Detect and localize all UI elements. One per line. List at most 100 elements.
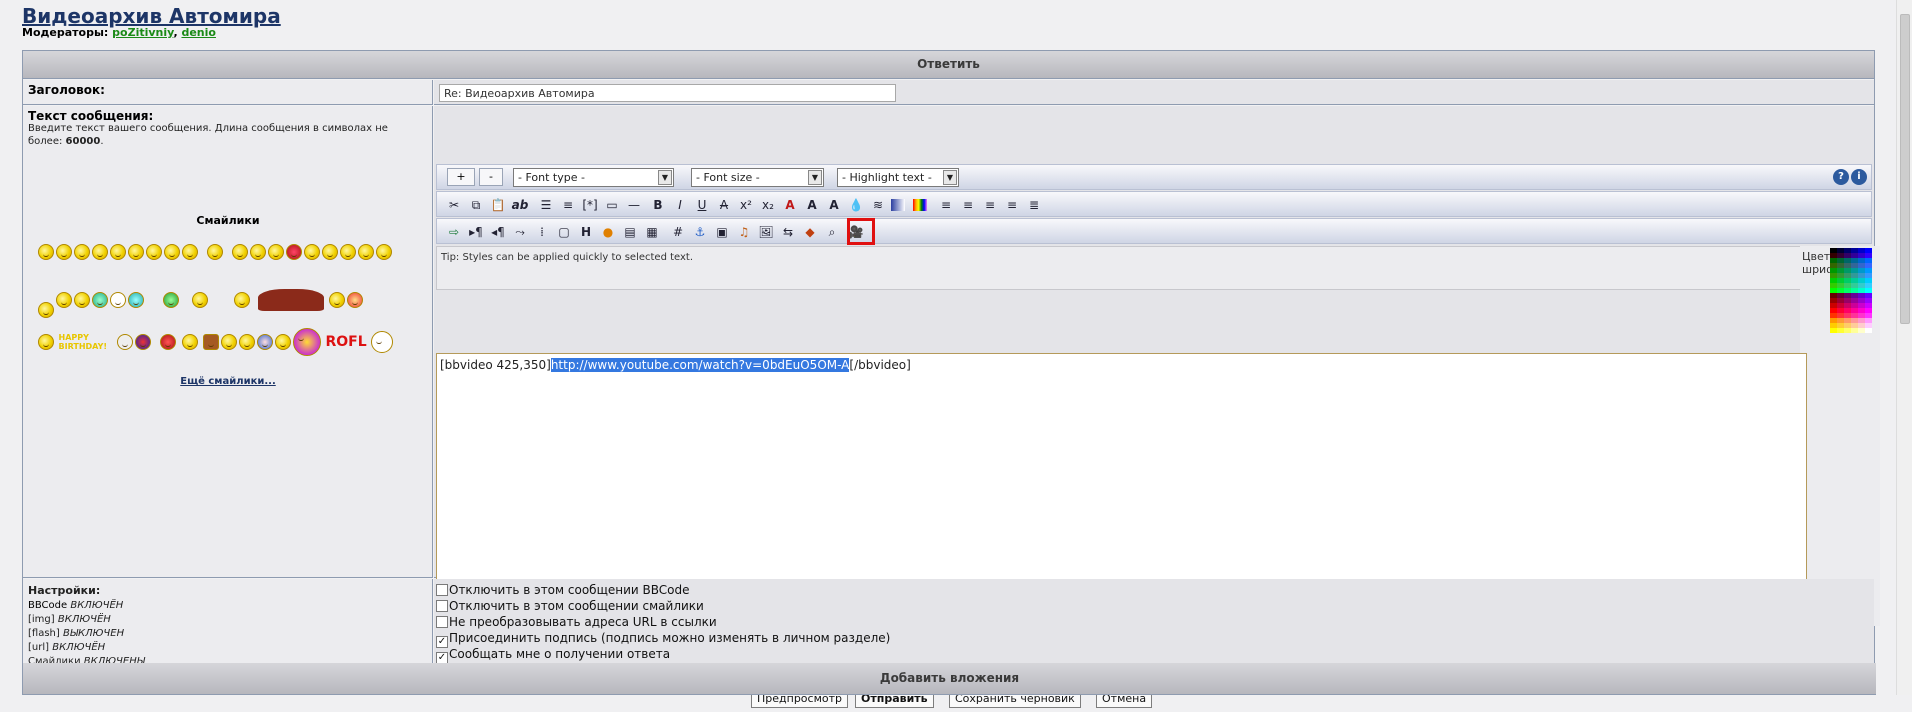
alien-smiley-icon[interactable] <box>163 292 180 308</box>
justify-icon[interactable]: ≡ <box>1003 196 1021 214</box>
bat-smiley-icon[interactable] <box>258 289 325 311</box>
smiley-icon[interactable] <box>160 334 176 350</box>
smiley-icon[interactable] <box>146 244 162 260</box>
smiley-icon[interactable] <box>128 292 144 308</box>
smiley-icon[interactable] <box>181 334 198 350</box>
subject-input[interactable] <box>439 84 896 102</box>
smiley-icon[interactable] <box>56 244 72 260</box>
code-block-icon[interactable]: ⁞ <box>533 223 551 241</box>
hr-icon[interactable]: ▤ <box>621 223 639 241</box>
smiley-icon[interactable] <box>74 292 90 308</box>
smiley-icon[interactable] <box>322 244 338 260</box>
option-row[interactable]: ✓ Присоединить подпись (подпись можно изм… <box>436 631 890 648</box>
image-icon[interactable]: 🖼 <box>757 223 775 241</box>
smiley-icon[interactable] <box>275 334 291 350</box>
smiley-icon[interactable] <box>56 292 72 308</box>
wizard-smiley-icon[interactable] <box>191 292 208 308</box>
rofl-smiley-icon[interactable]: ROFL <box>326 334 367 350</box>
smiley-icon[interactable] <box>340 244 356 260</box>
smiley-icon[interactable] <box>304 244 320 260</box>
smiley-icon[interactable] <box>128 244 144 260</box>
list-item-icon[interactable]: [*] <box>581 196 599 214</box>
google-icon[interactable]: ◆ <box>801 223 819 241</box>
list-number-icon[interactable]: ≡ <box>559 196 577 214</box>
hashtag-icon[interactable]: # <box>669 223 687 241</box>
option-checkbox[interactable] <box>436 600 448 612</box>
moderator-link[interactable]: poZitivniy <box>112 26 173 39</box>
color-palette[interactable] <box>1830 248 1872 333</box>
glow-icon[interactable]: A <box>825 196 843 214</box>
smiley-icon[interactable] <box>232 244 248 260</box>
smiley-icon[interactable] <box>92 244 108 260</box>
question-icon[interactable]: ? <box>1833 169 1849 185</box>
strike-icon[interactable]: A <box>715 196 733 214</box>
smilies-row-1[interactable] <box>37 244 432 260</box>
rainbow-smiley-icon[interactable] <box>293 328 321 356</box>
heading-icon[interactable]: H <box>577 223 595 241</box>
list-bullet-icon[interactable]: ☰ <box>537 196 555 214</box>
happy-birthday-icon[interactable]: HAPPY BIRTHDAY! <box>59 333 113 351</box>
table-icon[interactable]: ▦ <box>643 223 661 241</box>
color-swatch[interactable] <box>1865 328 1872 333</box>
smilies-row-3[interactable]: HAPPY BIRTHDAY! ROFL <box>37 328 432 356</box>
gradient-icon[interactable] <box>891 199 905 211</box>
smilies-row-2[interactable] <box>37 282 432 328</box>
anchor-icon[interactable]: ⚓ <box>691 223 709 241</box>
color-swatch[interactable] <box>1851 328 1858 333</box>
smiley-icon[interactable] <box>268 244 284 260</box>
superscript-icon[interactable]: x² <box>737 196 755 214</box>
option-row[interactable]: ✓ Сообщать мне о получении ответа <box>436 647 670 664</box>
color-swatch[interactable] <box>1830 328 1837 333</box>
info-icon[interactable]: i <box>1851 169 1867 185</box>
font-size-select[interactable]: - Font size - ▼ <box>691 168 824 187</box>
upload-icon[interactable]: ⇆ <box>779 223 797 241</box>
smiley-icon[interactable] <box>250 244 266 260</box>
underline-icon[interactable]: U <box>693 196 711 214</box>
moderator-link[interactable]: denio <box>181 26 216 39</box>
smiley-icon[interactable] <box>207 244 223 260</box>
email-icon[interactable]: ▸¶ <box>467 223 485 241</box>
bold-icon[interactable]: B <box>649 196 667 214</box>
drop-icon[interactable]: 💧 <box>847 196 865 214</box>
devil-smiley-icon[interactable] <box>286 244 302 260</box>
smiley-icon[interactable] <box>234 292 251 308</box>
align-left-icon[interactable]: ≡ <box>937 196 955 214</box>
smiley-icon[interactable] <box>371 331 394 353</box>
color-swatch[interactable] <box>1837 328 1844 333</box>
highlight-select[interactable]: - Highlight text - ▼ <box>837 168 959 187</box>
smiley-icon[interactable] <box>203 334 219 350</box>
smiley-icon[interactable] <box>92 292 108 308</box>
more-smilies-link[interactable]: Ещё смайлики... <box>23 376 433 387</box>
smiley-icon[interactable] <box>38 334 54 350</box>
smiley-icon[interactable] <box>376 244 392 260</box>
code-icon[interactable]: ⤳ <box>511 223 529 241</box>
party-smiley-icon[interactable] <box>328 292 345 308</box>
smiley-icon[interactable] <box>358 244 374 260</box>
horizontal-rule-icon[interactable]: — <box>625 196 643 214</box>
smiley-icon[interactable] <box>74 244 90 260</box>
smiley-icon[interactable] <box>164 244 180 260</box>
scrollbar-thumb[interactable] <box>1900 14 1910 324</box>
audio-icon[interactable]: ♫ <box>735 223 753 241</box>
option-checkbox[interactable] <box>436 616 448 628</box>
font-color-icon[interactable]: A <box>781 196 799 214</box>
rainbow-icon[interactable] <box>913 199 927 211</box>
smiley-icon[interactable] <box>182 244 198 260</box>
option-row[interactable]: Не преобразовывать адреса URL в ссылки <box>436 615 717 631</box>
smiley-icon[interactable] <box>110 244 126 260</box>
copy-icon[interactable]: ⧉ <box>467 196 485 214</box>
page-scrollbar[interactable] <box>1896 0 1912 695</box>
decrease-editor-button[interactable]: - <box>479 168 503 186</box>
spellcheck-icon[interactable]: ab <box>511 196 529 214</box>
fade-icon[interactable]: ≋ <box>869 196 887 214</box>
url-icon[interactable]: ⇨ <box>445 223 463 241</box>
font-type-select[interactable]: - Font type - ▼ <box>513 168 674 187</box>
smiley-icon[interactable] <box>117 334 133 350</box>
indent-icon[interactable]: ≣ <box>1025 196 1043 214</box>
align-right-icon[interactable]: ≡ <box>981 196 999 214</box>
smiley-icon[interactable] <box>221 334 237 350</box>
cut-icon[interactable]: ✂ <box>445 196 463 214</box>
flash-icon[interactable]: ▣ <box>713 223 731 241</box>
option-row[interactable]: Отключить в этом сообщении смайлики <box>436 599 704 615</box>
spoiler-icon[interactable]: ● <box>599 223 617 241</box>
